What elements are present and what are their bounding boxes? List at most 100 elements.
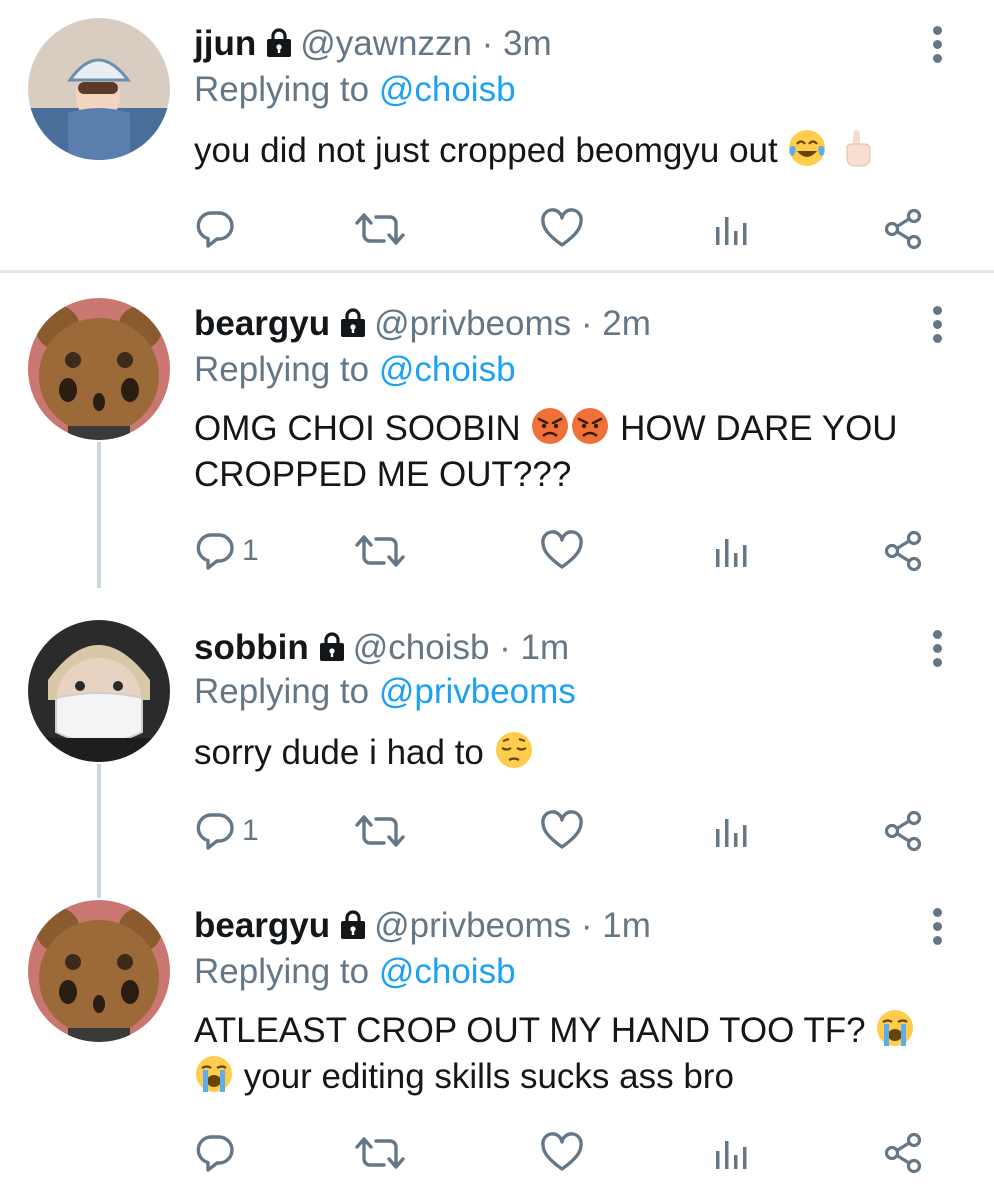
like-button[interactable] bbox=[540, 1128, 584, 1178]
share-button[interactable] bbox=[882, 204, 926, 254]
timestamp[interactable]: 3m bbox=[503, 24, 552, 63]
lock-icon bbox=[317, 632, 347, 662]
tweet-text-part: you did not just cropped beomgyu out bbox=[194, 131, 788, 170]
tweet-header: beargyu @privbeoms · 1m bbox=[194, 904, 914, 948]
replying-to: Replying to @privbeoms bbox=[194, 670, 576, 714]
tweet-actions: 1 bbox=[0, 806, 994, 856]
handle[interactable]: @privbeoms bbox=[374, 906, 571, 945]
replying-to-label: Replying to bbox=[194, 952, 379, 991]
handle[interactable]: @choisb bbox=[353, 628, 490, 667]
mention-link[interactable]: @choisb bbox=[379, 350, 516, 389]
index-pointing-up-icon bbox=[837, 128, 877, 168]
tweet-actions bbox=[0, 204, 994, 254]
tweet-text-part: OMG CHOI SOOBIN bbox=[194, 409, 531, 448]
analytics-button[interactable] bbox=[710, 1128, 754, 1178]
share-button[interactable] bbox=[882, 1128, 926, 1178]
replying-to: Replying to @choisb bbox=[194, 950, 516, 994]
reply-button[interactable] bbox=[192, 204, 242, 254]
replying-to: Replying to @choisb bbox=[194, 348, 516, 392]
share-icon bbox=[882, 207, 926, 251]
tweet-header: sobbin @choisb · 1m bbox=[194, 626, 914, 670]
retweet-button[interactable] bbox=[354, 204, 406, 254]
replying-to: Replying to @choisb bbox=[194, 68, 516, 112]
like-icon bbox=[540, 207, 584, 251]
more-options-icon[interactable] bbox=[926, 908, 948, 948]
loudly-crying-face-icon bbox=[194, 1054, 234, 1094]
avatar[interactable] bbox=[28, 298, 170, 440]
retweet-icon bbox=[354, 809, 406, 853]
lock-icon bbox=[338, 308, 368, 338]
display-name[interactable]: sobbin bbox=[194, 628, 309, 667]
avatar[interactable] bbox=[28, 620, 170, 762]
share-button[interactable] bbox=[882, 806, 926, 856]
tweet-text: you did not just cropped beomgyu out bbox=[194, 128, 954, 174]
reply-button[interactable]: 1 bbox=[192, 526, 259, 576]
reply-button[interactable]: 1 bbox=[192, 806, 259, 856]
reply-icon bbox=[192, 1131, 236, 1175]
reply-button[interactable] bbox=[192, 1128, 242, 1178]
like-icon bbox=[540, 809, 584, 853]
more-options-icon[interactable] bbox=[926, 306, 948, 346]
retweet-button[interactable] bbox=[354, 806, 406, 856]
replying-to-label: Replying to bbox=[194, 672, 379, 711]
handle[interactable]: @yawnzzn bbox=[300, 24, 472, 63]
timestamp[interactable]: 1m bbox=[602, 906, 651, 945]
retweet-button[interactable] bbox=[354, 1128, 406, 1178]
like-icon bbox=[540, 529, 584, 573]
tweet-text-part: ATLEAST CROP OUT MY HAND TOO TF? bbox=[194, 1011, 876, 1050]
share-button[interactable] bbox=[882, 526, 926, 576]
like-button[interactable] bbox=[540, 526, 584, 576]
display-name[interactable]: beargyu bbox=[194, 906, 330, 945]
analytics-icon bbox=[710, 809, 754, 853]
display-name[interactable]: jjun bbox=[194, 24, 256, 63]
face-with-tears-of-joy-icon bbox=[787, 128, 827, 168]
lock-icon bbox=[264, 28, 294, 58]
analytics-icon bbox=[710, 1131, 754, 1175]
analytics-icon bbox=[710, 529, 754, 573]
tweet-header: jjun @yawnzzn · 3m bbox=[194, 22, 914, 66]
loudly-crying-face-icon bbox=[875, 1008, 915, 1048]
share-icon bbox=[882, 529, 926, 573]
share-icon bbox=[882, 1131, 926, 1175]
timestamp[interactable]: 2m bbox=[602, 304, 651, 343]
reply-count: 1 bbox=[242, 534, 259, 567]
separator-dot: · bbox=[481, 24, 494, 63]
retweet-button[interactable] bbox=[354, 526, 406, 576]
display-name[interactable]: beargyu bbox=[194, 304, 330, 343]
analytics-button[interactable] bbox=[710, 204, 754, 254]
analytics-icon bbox=[710, 207, 754, 251]
mention-link[interactable]: @choisb bbox=[379, 70, 516, 109]
like-button[interactable] bbox=[540, 806, 584, 856]
more-options-icon[interactable] bbox=[926, 630, 948, 670]
tweet-text: OMG CHOI SOOBIN HOW DARE YOU CROPPED ME … bbox=[194, 406, 954, 498]
pensive-face-icon bbox=[494, 730, 534, 770]
retweet-icon bbox=[354, 1131, 406, 1175]
tweet-header: beargyu @privbeoms · 2m bbox=[194, 302, 914, 346]
handle[interactable]: @privbeoms bbox=[374, 304, 571, 343]
tweet-text: ATLEAST CROP OUT MY HAND TOO TF? your ed… bbox=[194, 1008, 954, 1100]
reply-icon bbox=[192, 809, 236, 853]
mention-link[interactable]: @privbeoms bbox=[379, 672, 576, 711]
analytics-button[interactable] bbox=[710, 806, 754, 856]
lock-icon bbox=[338, 910, 368, 940]
separator-dot: · bbox=[499, 628, 511, 667]
separator-dot: · bbox=[580, 304, 593, 343]
analytics-button[interactable] bbox=[710, 526, 754, 576]
angry-face-icon bbox=[530, 406, 570, 446]
tweet-text: sorry dude i had to bbox=[194, 730, 954, 776]
tweet-actions: 1 bbox=[0, 526, 994, 576]
avatar[interactable] bbox=[28, 18, 170, 160]
divider bbox=[0, 270, 994, 273]
like-button[interactable] bbox=[540, 204, 584, 254]
replying-to-label: Replying to bbox=[194, 70, 379, 109]
mention-link[interactable]: @choisb bbox=[379, 952, 516, 991]
reply-icon bbox=[192, 529, 236, 573]
retweet-icon bbox=[354, 529, 406, 573]
timestamp[interactable]: 1m bbox=[521, 628, 570, 667]
more-options-icon[interactable] bbox=[926, 26, 948, 66]
tweet-text-part: your editing skills sucks ass bro bbox=[234, 1057, 734, 1096]
retweet-icon bbox=[354, 207, 406, 251]
reply-count: 1 bbox=[242, 814, 259, 847]
avatar[interactable] bbox=[28, 900, 170, 1042]
like-icon bbox=[540, 1131, 584, 1175]
